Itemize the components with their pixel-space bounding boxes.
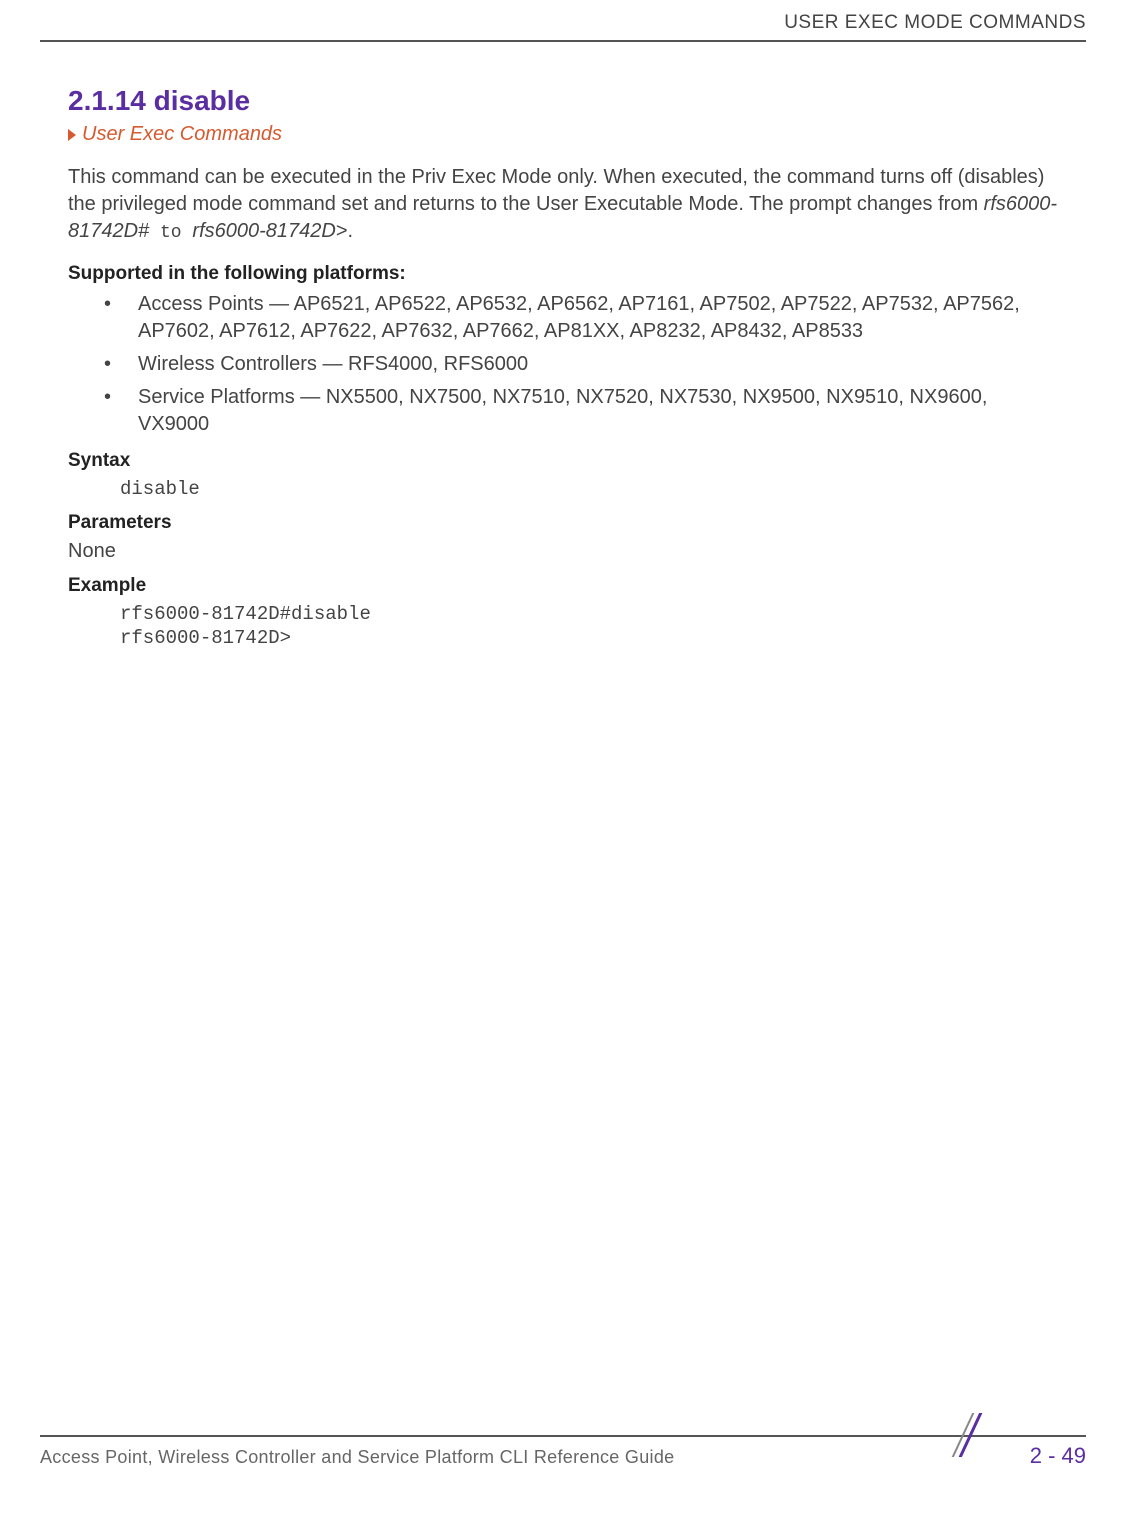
intro-text-1: This command can be executed in the Priv… (68, 166, 1044, 215)
intro-to: to (149, 223, 192, 243)
page-container: USER EXEC MODE COMMANDS 2.1.14 disable U… (0, 0, 1126, 1515)
list-item: Wireless Controllers — RFS4000, RFS6000 (68, 351, 1058, 378)
intro-text-2: >. (336, 220, 353, 242)
list-item: Service Platforms — NX5500, NX7500, NX75… (68, 384, 1058, 438)
page-footer: Access Point, Wireless Controller and Se… (40, 1435, 1086, 1495)
syntax-code: disable (120, 478, 1058, 502)
footer-rule (40, 1435, 1086, 1437)
parameters-heading: Parameters (68, 512, 1058, 534)
content-area: 2.1.14 disable User Exec Commands This c… (68, 85, 1058, 661)
intro-prompt-after: rfs6000-81742D (192, 220, 335, 242)
parameters-value: None (68, 540, 1058, 563)
supported-platforms-heading: Supported in the following platforms: (68, 263, 1058, 285)
header-rule (40, 40, 1086, 42)
breadcrumb-label: User Exec Commands (82, 123, 282, 146)
footer-page-number: 2 - 49 (1030, 1443, 1086, 1469)
breadcrumb[interactable]: User Exec Commands (68, 123, 1058, 146)
footer-slash-icon (951, 1413, 991, 1457)
example-code: rfs6000-81742D#disable rfs6000-81742D> (120, 603, 1058, 651)
footer-doc-title: Access Point, Wireless Controller and Se… (40, 1447, 674, 1468)
list-item: Access Points — AP6521, AP6522, AP6532, … (68, 291, 1058, 345)
syntax-heading: Syntax (68, 450, 1058, 472)
platforms-list: Access Points — AP6521, AP6522, AP6532, … (68, 291, 1058, 438)
intro-paragraph: This command can be executed in the Priv… (68, 164, 1058, 245)
section-heading: 2.1.14 disable (68, 85, 1058, 117)
example-heading: Example (68, 575, 1058, 597)
arrow-right-icon (68, 129, 76, 141)
page-header-title: USER EXEC MODE COMMANDS (784, 12, 1086, 34)
